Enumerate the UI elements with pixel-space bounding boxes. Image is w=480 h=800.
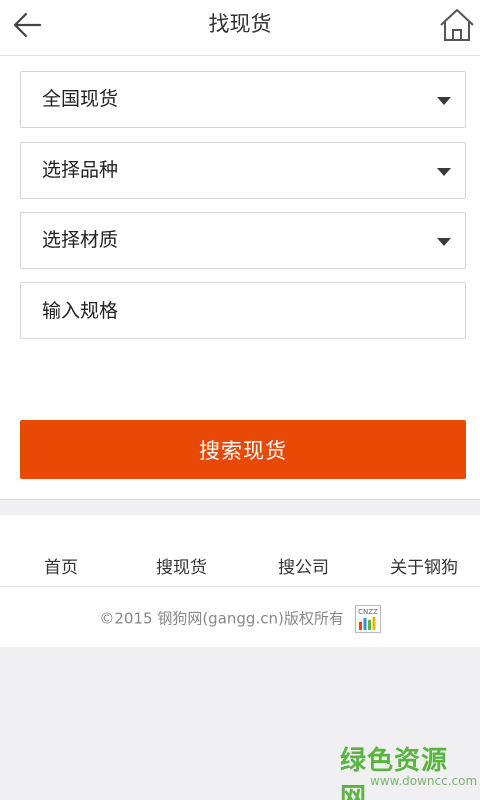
footer-link-home[interactable]: 首页	[44, 553, 78, 578]
region-select-label: 全国现货	[42, 88, 119, 110]
variety-select[interactable]: 选择品种	[20, 142, 466, 199]
region-select[interactable]: 全国现货	[20, 71, 466, 128]
material-select[interactable]: 选择材质	[20, 212, 466, 269]
cnzz-stat-label: CNZZ	[358, 608, 378, 616]
watermark: 绿色资源网 www.downcc.com	[340, 740, 477, 800]
material-select-label: 选择材质	[42, 229, 119, 251]
footer-link-search-company[interactable]: 搜公司	[278, 553, 329, 578]
spec-input[interactable]	[21, 283, 465, 338]
chevron-down-icon	[437, 238, 451, 246]
footer-nav: 首页 搜现货 搜公司 关于钢狗	[0, 515, 480, 587]
main-panel: 找现货 全国现货 选择品种 选择材质 搜索现货	[0, 0, 480, 500]
header-bar: 找现货	[0, 0, 480, 56]
copyright: ©2015 钢狗网(gangg.cn)版权所有 CNZZ	[0, 603, 480, 633]
watermark-url: www.downcc.com	[370, 774, 478, 788]
chevron-down-icon	[437, 168, 451, 176]
page-title: 找现货	[208, 12, 272, 36]
cnzz-stat-icon[interactable]: CNZZ	[354, 604, 381, 633]
variety-select-label: 选择品种	[42, 159, 119, 181]
chevron-down-icon	[437, 97, 451, 105]
watermark-title: 绿色资源网	[340, 746, 449, 800]
footer: 首页 搜现货 搜公司 关于钢狗 ©2015 钢狗网(gangg.cn)版权所有 …	[0, 515, 480, 647]
spec-field-wrap	[20, 282, 466, 339]
search-stock-button[interactable]: 搜索现货	[20, 420, 466, 479]
footer-link-search-stock[interactable]: 搜现货	[156, 553, 207, 578]
divider	[0, 499, 480, 500]
home-icon[interactable]	[438, 6, 476, 44]
copyright-text: ©2015 钢狗网(gangg.cn)版权所有	[99, 609, 344, 628]
footer-link-about[interactable]: 关于钢狗	[390, 553, 458, 578]
